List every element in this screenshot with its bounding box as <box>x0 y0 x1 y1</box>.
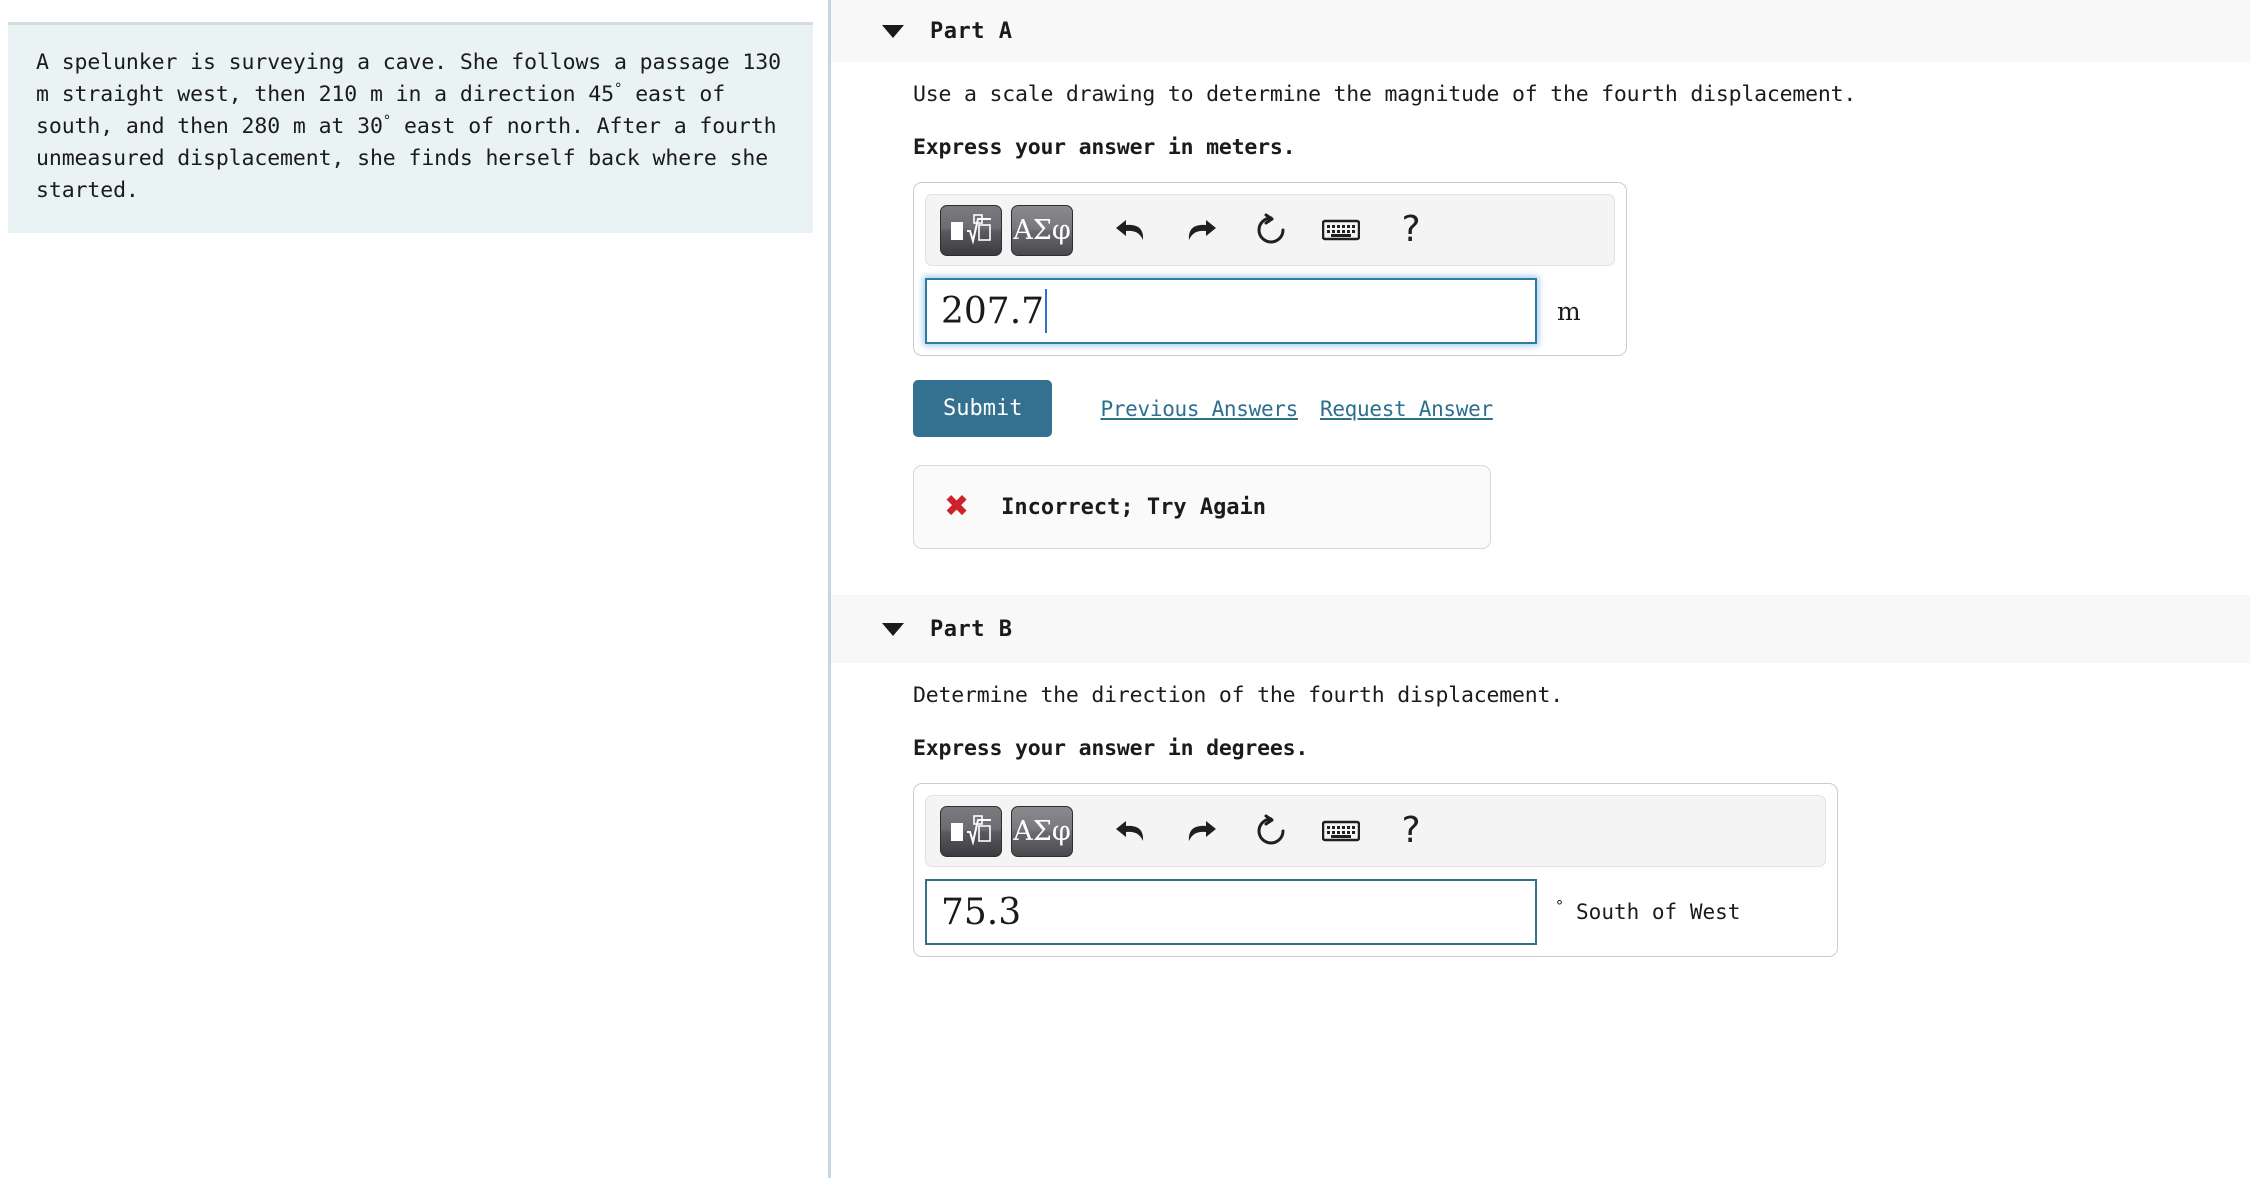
part-b-question: Determine the direction of the fourth di… <box>913 683 1563 708</box>
part-a-instruction: Express your answer in meters. <box>913 135 1296 160</box>
degree-symbol-2: ° <box>382 112 392 129</box>
part-a-feedback-box: ✖ Incorrect; Try Again <box>913 465 1491 549</box>
greek-symbols-label: ΑΣφ <box>1013 214 1071 246</box>
part-a-question: Use a scale drawing to determine the mag… <box>913 82 1857 107</box>
help-icon[interactable]: ? <box>1380 805 1442 857</box>
redo-icon[interactable] <box>1170 204 1232 256</box>
part-b-input-row: 75.3 ° South of West <box>925 879 1826 945</box>
part-a-submit-row: Submit Previous Answers Request Answer <box>913 380 2250 437</box>
part-b-header[interactable]: Part B <box>831 595 2250 663</box>
problem-statement-box: A spelunker is surveying a cave. She fol… <box>8 22 813 233</box>
part-b-answer-input[interactable]: 75.3 <box>925 879 1537 945</box>
part-a-answer-panel: ΑΣφ ? 207.7 m <box>913 182 1627 356</box>
undo-icon[interactable] <box>1100 805 1162 857</box>
greek-symbols-icon[interactable]: ΑΣφ <box>1011 204 1073 256</box>
part-a-answer-input[interactable]: 207.7 <box>925 278 1537 344</box>
problem-statement-text: A spelunker is surveying a cave. She fol… <box>36 50 781 203</box>
keyboard-icon[interactable] <box>1310 204 1372 256</box>
part-b-body: Determine the direction of the fourth di… <box>831 663 2250 957</box>
part-b-unit-label: ° South of West <box>1555 897 1741 925</box>
help-icon[interactable]: ? <box>1380 204 1442 256</box>
text-cursor <box>1045 289 1048 333</box>
caret-down-icon[interactable] <box>882 622 904 636</box>
answer-pane: Part A Use a scale drawing to determine … <box>831 0 2250 1178</box>
part-b-answer-panel: ΑΣφ ? 75.3 ° South of West <box>913 783 1838 957</box>
help-icon-label: ? <box>1401 209 1421 250</box>
part-b-answer-value: 75.3 <box>941 891 1022 933</box>
part-b-instruction: Express your answer in degrees. <box>913 736 1309 761</box>
part-a-input-row: 207.7 m <box>925 278 1615 344</box>
greek-symbols-label: ΑΣφ <box>1013 815 1071 847</box>
part-a-math-toolbar: ΑΣφ ? <box>925 194 1615 266</box>
part-b-math-toolbar: ΑΣφ ? <box>925 795 1826 867</box>
problem-pane: A spelunker is surveying a cave. She fol… <box>0 0 829 1178</box>
undo-icon[interactable] <box>1100 204 1162 256</box>
part-a-answer-value: 207.7 <box>941 290 1045 332</box>
request-answer-link[interactable]: Request Answer <box>1320 397 1493 421</box>
caret-down-icon[interactable] <box>882 24 904 38</box>
part-a-unit-label: m <box>1557 296 1581 326</box>
part-a-header[interactable]: Part A <box>831 0 2250 62</box>
previous-answers-link[interactable]: Previous Answers <box>1100 397 1298 421</box>
math-template-icon[interactable] <box>940 805 1002 857</box>
greek-symbols-icon[interactable]: ΑΣφ <box>1011 805 1073 857</box>
degree-symbol-unit: ° <box>1555 897 1565 915</box>
feedback-message: Incorrect; Try Again <box>1001 494 1267 520</box>
part-b-title: Part B <box>930 616 1013 642</box>
redo-icon[interactable] <box>1170 805 1232 857</box>
submit-button[interactable]: Submit <box>913 380 1053 437</box>
part-a-body: Use a scale drawing to determine the mag… <box>831 62 2250 595</box>
red-x-icon: ✖ <box>944 489 970 524</box>
keyboard-icon[interactable] <box>1310 805 1372 857</box>
math-template-icon[interactable] <box>940 204 1002 256</box>
help-icon-label: ? <box>1401 810 1421 851</box>
part-b-unit-text: South of West <box>1576 900 1741 924</box>
reset-icon[interactable] <box>1240 204 1302 256</box>
reset-icon[interactable] <box>1240 805 1302 857</box>
part-a-title: Part A <box>930 18 1013 44</box>
